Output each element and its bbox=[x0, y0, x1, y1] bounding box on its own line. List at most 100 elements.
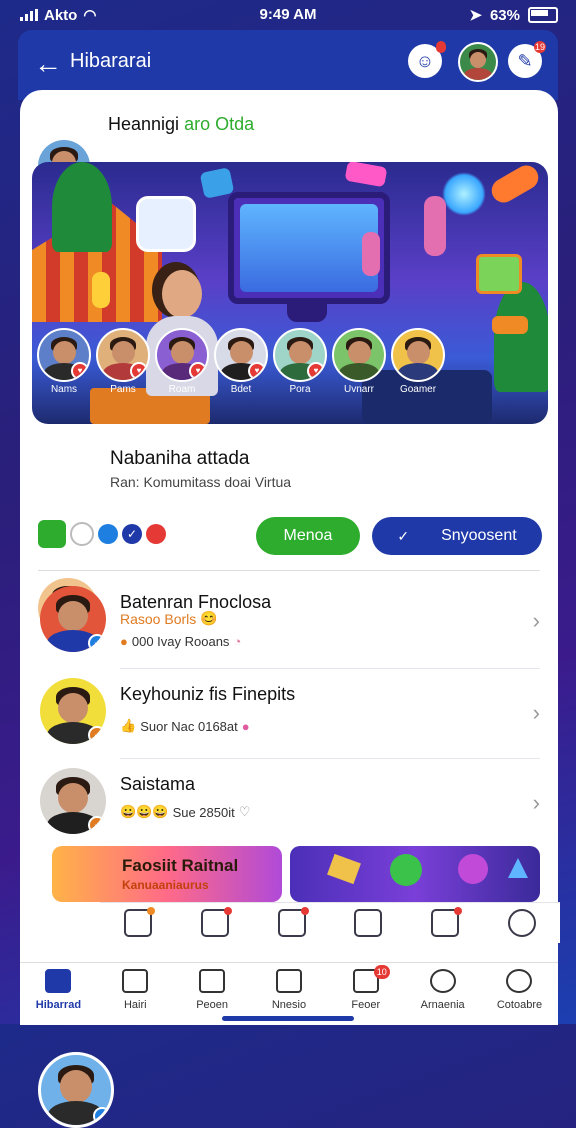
hero-person[interactable]: ♥ Pora bbox=[273, 328, 327, 395]
profile-name: Nabaniha attada bbox=[110, 448, 250, 469]
list-item-meta: 😀😀😀 Sue 2850it ♡ bbox=[120, 804, 250, 820]
status-bar: Akto ◠ 9:49 AM ➤ 63% bbox=[0, 0, 576, 30]
profile-icon[interactable] bbox=[507, 909, 536, 937]
app-icon[interactable] bbox=[38, 520, 66, 548]
list-item-meta-text: 000 Ivay Rooans bbox=[131, 634, 230, 649]
list-item-meta: 👍 Suor Nac 0168at ● bbox=[120, 718, 250, 734]
home-icon bbox=[45, 969, 72, 993]
list-avatar: ✓ bbox=[40, 586, 106, 652]
list-item-tagline-text: Rasoo Borls bbox=[120, 610, 197, 627]
promo-card[interactable]: Faosiit Raitnal Kanuaaniaurus bbox=[52, 846, 282, 902]
character-illustration bbox=[92, 272, 110, 308]
user-icon bbox=[506, 969, 533, 993]
note-icon[interactable] bbox=[277, 907, 309, 937]
verified-icon: ✓ bbox=[88, 816, 106, 834]
home-indicator bbox=[222, 1016, 354, 1021]
primary-button[interactable]: Menoa bbox=[256, 517, 360, 555]
hero-person-label: Uvnarr bbox=[343, 384, 374, 395]
verified-icon: ✓ bbox=[88, 726, 106, 744]
house-icon bbox=[122, 969, 149, 993]
secondary-button[interactable]: ✓ Snyoosent bbox=[372, 517, 542, 555]
location-icon: ➤ bbox=[469, 7, 482, 24]
promo-title: Faosiit Raitnal bbox=[122, 856, 239, 875]
app-title: Hibararai bbox=[70, 50, 152, 72]
hero-person-label: Nams bbox=[50, 384, 78, 395]
hero-person-label: Roam bbox=[168, 384, 196, 395]
check-icon: ✓ bbox=[397, 527, 410, 544]
list-item[interactable]: ✓ Keyhouniz fis Finepits 👍 Suor Nac 0168… bbox=[38, 672, 548, 762]
clock-icon: ◔ bbox=[233, 634, 242, 649]
list-item[interactable]: ✓ Saistama 😀😀😀 Sue 2850it ♡ › bbox=[38, 762, 548, 852]
verified-icon: ✓ bbox=[88, 634, 106, 652]
camera-icon[interactable] bbox=[430, 907, 462, 937]
top-user-title-accent: aro Otda bbox=[184, 114, 255, 134]
planet-illustration bbox=[442, 172, 486, 216]
list-item-meta-text: Sue 2850it bbox=[172, 804, 235, 820]
notifications-button[interactable]: ☺ bbox=[408, 41, 446, 78]
nav-badge: 10 bbox=[373, 965, 390, 979]
circle-icon[interactable] bbox=[70, 522, 94, 546]
hero-people-row: ♥ Nams ♥ Pams ♥ Roam ♥ Bdet ♥ Pora Uvnar… bbox=[37, 328, 445, 395]
game-promo-card[interactable] bbox=[290, 846, 540, 902]
battery-icon bbox=[528, 7, 558, 23]
hero-person-label: Goamer bbox=[399, 384, 437, 395]
chevron-right-icon: › bbox=[532, 700, 540, 725]
promo-subtitle: Kanuaaniaurus bbox=[122, 878, 209, 892]
floating-box-icon bbox=[492, 316, 528, 334]
divider bbox=[38, 570, 540, 571]
mail-icon[interactable] bbox=[354, 909, 383, 937]
music-icon bbox=[458, 854, 488, 884]
rocket-illustration bbox=[487, 162, 543, 207]
heart-icon: ♥ bbox=[71, 362, 89, 380]
floating-tablet-icon bbox=[476, 254, 522, 294]
hero-person[interactable]: ♥ Roam bbox=[155, 328, 209, 395]
list-item[interactable]: ✓ Batenran Fnoclosa Rasoo Borls 😊 ● 000 I… bbox=[38, 580, 548, 670]
building-icon bbox=[199, 969, 226, 993]
hero-banner[interactable]: ♥ Nams ♥ Pams ♥ Roam ♥ Bdet ♥ Pora Uvnar… bbox=[32, 162, 548, 424]
divider bbox=[120, 758, 540, 759]
list-item-tagline: Rasoo Borls 😊 bbox=[120, 610, 218, 627]
nav-label: Hairi bbox=[123, 999, 147, 1011]
header-avatar[interactable] bbox=[458, 42, 498, 82]
nav-label: Arnaenia bbox=[420, 999, 465, 1011]
hero-person[interactable]: ♥ Bdet bbox=[214, 328, 268, 395]
top-user-title-main: Heannigi bbox=[108, 114, 180, 134]
list-item-name: Saistama bbox=[120, 774, 196, 794]
hero-person[interactable]: ♥ Pams bbox=[96, 328, 150, 395]
hero-person[interactable]: Uvnarr bbox=[332, 328, 386, 395]
link-icon[interactable] bbox=[98, 524, 118, 544]
heart-icon: ♥ bbox=[130, 362, 148, 380]
circle-icon: ● bbox=[241, 718, 250, 734]
repost-icon[interactable] bbox=[200, 907, 232, 937]
nav-profile[interactable]: Cotoabre bbox=[481, 963, 557, 1025]
back-arrow-icon[interactable]: ← bbox=[34, 48, 62, 80]
share-icon[interactable] bbox=[124, 907, 156, 937]
promo-avatar[interactable]: ✓ bbox=[38, 1052, 114, 1128]
heart-icon: ♥ bbox=[307, 362, 325, 380]
top-user-title: Heannigi aro Otda bbox=[108, 114, 254, 135]
action-bar bbox=[100, 902, 560, 943]
palm-tree-illustration bbox=[52, 162, 112, 252]
coin-icon: ● bbox=[120, 634, 128, 649]
nav-label: Nnesio bbox=[271, 999, 307, 1011]
nav-animation[interactable]: Arnaenia bbox=[405, 963, 481, 1025]
check-icon[interactable]: ✓ bbox=[122, 524, 142, 544]
list-item-name: Keyhouniz fis Finepits bbox=[120, 684, 296, 704]
nav-label: Feoer bbox=[351, 999, 381, 1011]
bell-icon: ☺ bbox=[415, 50, 435, 71]
list-avatar: ✓ bbox=[40, 678, 106, 744]
hero-person[interactable]: ♥ Nams bbox=[37, 328, 91, 395]
notification-dot bbox=[436, 41, 446, 53]
hero-person[interactable]: Goamer bbox=[391, 328, 445, 395]
messages-button[interactable]: ✎ 19 bbox=[508, 41, 546, 78]
list-item-meta: ● 000 Ivay Rooans ◔ bbox=[120, 634, 241, 649]
heart-icon: ♥ bbox=[189, 362, 207, 380]
star-icon[interactable] bbox=[146, 524, 166, 544]
nav-house[interactable]: Hairi bbox=[97, 963, 173, 1025]
nav-home[interactable]: Hibarrad bbox=[20, 963, 96, 1025]
palm-tree-illustration bbox=[494, 282, 548, 392]
chevron-right-icon: › bbox=[532, 790, 540, 815]
phone-icon bbox=[275, 969, 302, 993]
hero-person-label: Bdet bbox=[230, 384, 252, 395]
emoji-icon: 😊 bbox=[200, 610, 218, 626]
